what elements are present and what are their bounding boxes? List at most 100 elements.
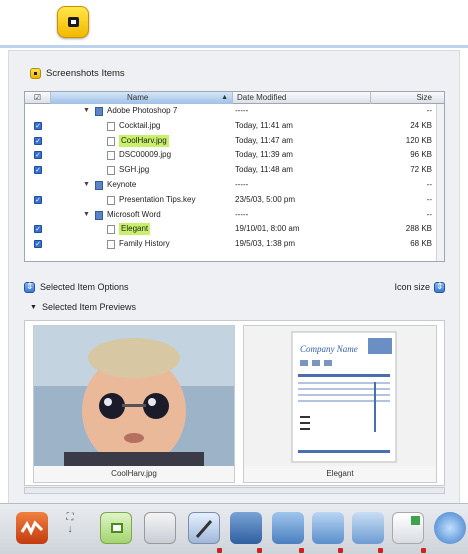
- row-date: -----: [235, 106, 249, 115]
- folder-icon-2[interactable]: [312, 512, 344, 544]
- running-indicator: [338, 548, 343, 553]
- file-icon: [107, 225, 115, 235]
- previews-scrollbar[interactable]: [24, 487, 445, 494]
- row-name: Adobe Photoshop 7: [107, 106, 178, 115]
- globe-icon[interactable]: [434, 512, 466, 544]
- column-size[interactable]: Size: [371, 92, 444, 104]
- row-size: --: [426, 194, 432, 204]
- screenshots-dock-icon[interactable]: [100, 512, 132, 544]
- row-checkbox[interactable]: ✓: [34, 121, 42, 130]
- row-date: Today, 11:41 am: [235, 120, 293, 130]
- disclosure-triangle-icon[interactable]: ▼: [83, 209, 90, 221]
- column-date[interactable]: Date Modified: [233, 92, 371, 104]
- expand-arrows-icon[interactable]: ⛶ ↓: [62, 512, 78, 544]
- row-name: CoolHarv.jpg: [119, 134, 169, 147]
- row-checkbox[interactable]: ✓: [34, 166, 42, 175]
- running-indicator: [299, 548, 304, 553]
- row-name: Presentation Tips.key: [119, 194, 196, 204]
- row-size: --: [426, 180, 432, 189]
- group-row[interactable]: ▼ Adobe Photoshop 7 ----- --: [25, 105, 444, 117]
- row-checkbox[interactable]: ✓: [34, 195, 42, 204]
- row-checkbox[interactable]: ✓: [34, 136, 42, 145]
- items-table: ☑ Name ▲ Date Modified Size ▼ Adobe Photos…: [24, 91, 445, 262]
- row-date: Today, 11:48 am: [235, 165, 293, 175]
- file-icon: [107, 166, 115, 176]
- table-row[interactable]: ✓ CoolHarv.jpg Today, 11:47 am 120 KB: [25, 134, 444, 147]
- table-row[interactable]: ✓ Presentation Tips.key 23/5/03, 5:00 pm --: [25, 194, 444, 206]
- dock: ⛶ ↓: [0, 503, 468, 554]
- previews-header[interactable]: ▼ Selected Item Previews: [30, 302, 136, 312]
- options-popup-icon: [24, 281, 35, 293]
- row-name: Keynote: [107, 180, 137, 189]
- folder-icon-3[interactable]: [352, 512, 384, 544]
- window-icon[interactable]: [144, 512, 176, 544]
- running-indicator: [378, 548, 383, 553]
- file-icon: [107, 136, 115, 146]
- row-date: -----: [235, 180, 249, 189]
- group-row[interactable]: ▼ Keynote ----- --: [25, 179, 444, 191]
- drawing-app-icon[interactable]: [188, 512, 220, 544]
- row-date: Today, 11:47 am: [235, 135, 293, 145]
- row-size: 96 KB: [410, 150, 432, 160]
- screenshots-small-icon: [30, 68, 41, 79]
- preview-photo-caption: CoolHarv.jpg: [111, 469, 157, 478]
- movie-app-icon[interactable]: [230, 512, 262, 544]
- sort-arrow-icon: ▲: [221, 94, 228, 101]
- table-row[interactable]: ✓ Cocktail.jpg Today, 11:41 am 24 KB: [25, 120, 444, 132]
- running-indicator: [217, 548, 222, 553]
- row-date: -----: [235, 209, 249, 219]
- row-name: Family History: [119, 239, 170, 249]
- running-indicator: [421, 548, 426, 553]
- disclosure-triangle-icon[interactable]: ▼: [83, 105, 90, 117]
- application-icon: [95, 181, 103, 190]
- column-check[interactable]: ☑: [25, 92, 51, 104]
- icon-size-popup-icon: [434, 281, 445, 293]
- selected-item-options[interactable]: Selected Item Options: [24, 281, 129, 293]
- table-row[interactable]: ✓ SGH.jpg Today, 11:48 am 72 KB: [25, 164, 444, 176]
- file-icon: [107, 121, 115, 131]
- tab-indicator: [0, 45, 468, 48]
- section-title: Screenshots Items: [46, 68, 125, 79]
- row-checkbox[interactable]: ✓: [34, 240, 42, 249]
- row-date: 19/10/01, 8:00 am: [235, 224, 300, 234]
- baby-photo-image: [34, 326, 234, 467]
- file-icon: [107, 240, 115, 250]
- pen-icon: [195, 520, 213, 538]
- table-row[interactable]: ✓ Elegant 19/10/01, 8:00 am 288 KB: [25, 223, 444, 236]
- icon-size-label: Icon size: [394, 282, 430, 292]
- table-scrollbar[interactable]: [436, 104, 444, 261]
- table-row[interactable]: ✓ Family History 19/5/03, 1:38 pm 68 KB: [25, 238, 444, 250]
- document-title: Company Name: [300, 344, 358, 354]
- row-date: Today, 11:39 am: [235, 150, 293, 160]
- scribble-app-icon[interactable]: [16, 512, 48, 544]
- previews-area: CoolHarv.jpg Company Name Elegant: [24, 320, 445, 486]
- preview-photo[interactable]: CoolHarv.jpg: [33, 325, 235, 483]
- table-row[interactable]: ✓ DSC00009.jpg Today, 11:39 am 96 KB: [25, 149, 444, 161]
- row-checkbox[interactable]: ✓: [34, 225, 42, 234]
- document-thumbnail-image: Company Name: [244, 326, 436, 466]
- row-name: DSC00009.jpg: [119, 150, 172, 160]
- column-name[interactable]: Name ▲: [51, 92, 233, 104]
- row-checkbox[interactable]: ✓: [34, 151, 42, 160]
- section-header: Screenshots Items: [30, 68, 125, 79]
- row-name: Cocktail.jpg: [119, 120, 161, 130]
- preview-document-caption: Elegant: [326, 469, 354, 478]
- document-icon[interactable]: [392, 512, 424, 544]
- icon-size-control[interactable]: Icon size: [394, 281, 445, 293]
- group-row[interactable]: ▼ Microsoft Word ----- --: [25, 209, 444, 221]
- disclosure-triangle-icon[interactable]: ▼: [83, 179, 90, 191]
- screenshots-app-icon[interactable]: [57, 6, 89, 38]
- row-name: SGH.jpg: [119, 165, 150, 175]
- row-size: 24 KB: [410, 120, 432, 130]
- row-size: 72 KB: [410, 165, 432, 175]
- file-icon: [107, 151, 115, 161]
- row-name: Microsoft Word: [107, 209, 161, 219]
- options-row: Selected Item Options Icon size: [24, 280, 445, 294]
- row-size: 120 KB: [405, 135, 432, 145]
- folder-icon-1[interactable]: [272, 512, 304, 544]
- row-date: 23/5/03, 5:00 pm: [235, 194, 296, 204]
- column-name-label: Name: [127, 93, 149, 102]
- previews-header-label: Selected Item Previews: [41, 302, 136, 312]
- preview-document[interactable]: Company Name Elegant: [243, 325, 437, 483]
- row-size: --: [426, 209, 432, 219]
